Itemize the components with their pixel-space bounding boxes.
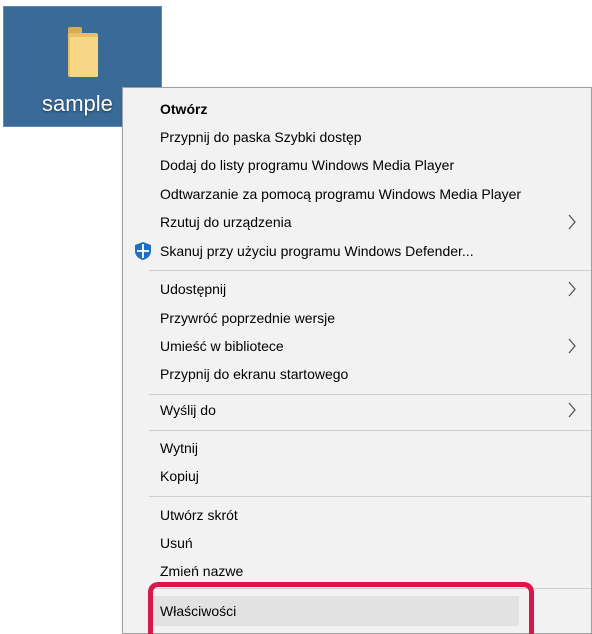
menu-item-add-to-wmp-list[interactable]: Dodaj do listy programu Windows Media Pl…: [123, 151, 591, 179]
menu-item-rename[interactable]: Zmień nazwe: [123, 557, 591, 585]
menu-item-restore-previous-versions[interactable]: Przywróć poprzednie wersje: [123, 304, 591, 332]
menu-item-delete[interactable]: Usuń: [123, 529, 591, 557]
menu-item-play-with-wmp[interactable]: Odtwarzanie za pomocą programu Windows M…: [123, 180, 591, 208]
windows-defender-shield-icon: [135, 242, 151, 260]
menu-item-include-in-library[interactable]: Umieść w bibliotece: [123, 332, 591, 360]
menu-separator: [149, 270, 591, 271]
folder-icon: [68, 27, 98, 77]
menu-separator: [149, 430, 591, 431]
chevron-right-icon: [568, 338, 576, 354]
menu-item-create-shortcut[interactable]: Utwórz skrót: [123, 501, 591, 529]
menu-separator: [149, 496, 591, 497]
menu-item-scan-defender[interactable]: Skanuj przy użyciu programu Windows Defe…: [123, 237, 591, 265]
context-menu: Otwórz Przypnij do paska Szybki dostęp D…: [122, 87, 592, 634]
menu-item-copy[interactable]: Kopiuj: [123, 462, 591, 490]
menu-item-share[interactable]: Udostępnij: [123, 275, 591, 303]
chevron-right-icon: [568, 402, 576, 418]
menu-item-pin-quick-access[interactable]: Przypnij do paska Szybki dostęp: [123, 123, 591, 151]
desktop-icon-label: sample: [42, 91, 113, 116]
chevron-right-icon: [568, 281, 576, 297]
menu-separator: [149, 394, 591, 395]
menu-item-send-to[interactable]: Wyślij do: [123, 396, 591, 424]
menu-item-open[interactable]: Otwórz: [123, 95, 591, 123]
properties-highlight-box: [148, 582, 534, 634]
chevron-right-icon: [568, 214, 576, 230]
menu-item-pin-to-start[interactable]: Przypnij do ekranu startowego: [123, 360, 591, 388]
menu-item-cast-to-device[interactable]: Rzutuj do urządzenia: [123, 208, 591, 236]
menu-item-cut[interactable]: Wytnij: [123, 434, 591, 462]
